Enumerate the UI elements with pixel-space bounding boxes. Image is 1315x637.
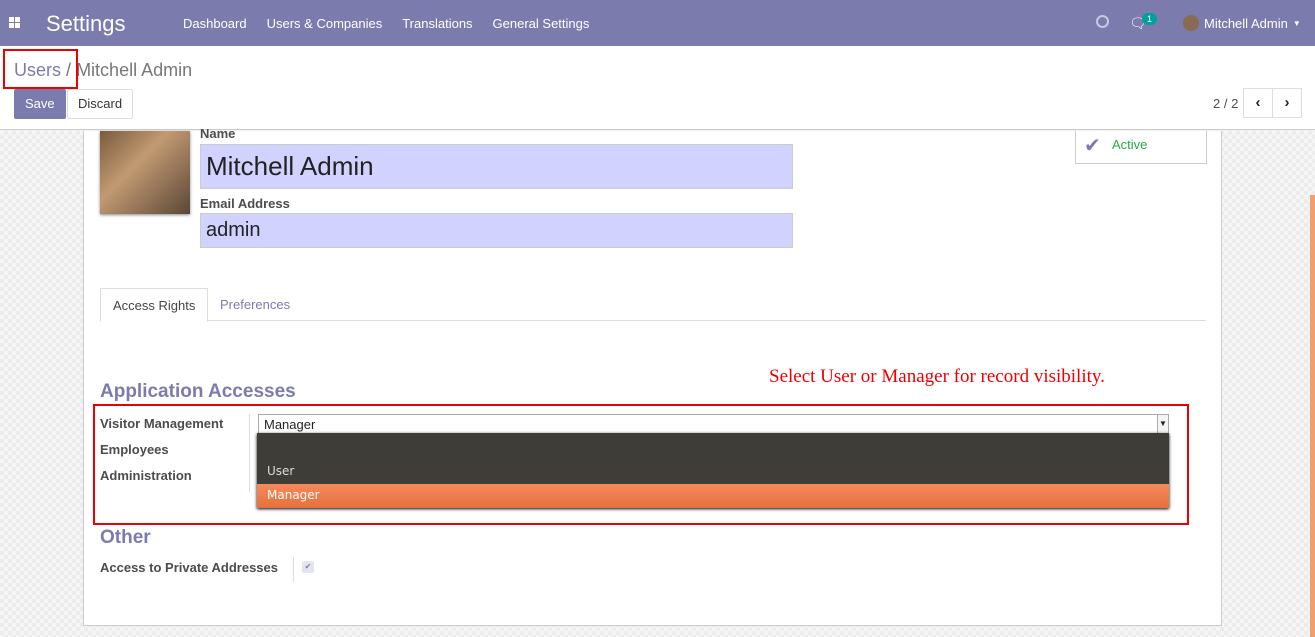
other-title: Other: [100, 527, 151, 548]
email-input[interactable]: admin: [200, 213, 793, 248]
form-sheet: Name Mitchell Admin Email Address admin …: [83, 126, 1222, 626]
private-addresses-checkbox[interactable]: ✔: [302, 561, 314, 573]
active-label: Active: [1112, 137, 1148, 152]
pager-previous-button[interactable]: ‹: [1243, 88, 1273, 118]
user-menu[interactable]: Mitchell Admin ▼: [1183, 15, 1301, 31]
discard-button[interactable]: Discard: [67, 89, 134, 119]
chat-count-badge: 1: [1142, 13, 1158, 25]
divider: [249, 414, 250, 492]
activity-clock-icon[interactable]: [1096, 15, 1109, 28]
control-panel: Users / Mitchell Admin Save Discard 2 / …: [0, 46, 1315, 130]
avatar: [1183, 15, 1199, 31]
divider: [293, 557, 294, 582]
name-label: Name: [200, 126, 236, 141]
administration-label: Administration: [100, 468, 192, 483]
private-addresses-label: Access to Private Addresses: [100, 560, 279, 575]
menu-general-settings[interactable]: General Settings: [493, 16, 590, 31]
option-empty[interactable]: [257, 435, 1169, 459]
scrollbar[interactable]: [1310, 195, 1315, 637]
app-title: Settings: [46, 11, 126, 36]
name-input[interactable]: Mitchell Admin: [200, 144, 793, 189]
dropdown-list: User Manager: [257, 433, 1169, 508]
visitor-management-select[interactable]: Manager ▼: [258, 414, 1169, 434]
employees-label: Employees: [100, 442, 169, 457]
annotation-text: Select User or Manager for record visibi…: [769, 366, 1105, 387]
tab-access-rights[interactable]: Access Rights: [100, 288, 209, 322]
option-manager[interactable]: Manager: [257, 484, 1169, 508]
email-label: Email Address: [200, 196, 290, 211]
pager-value: 2 / 2: [1213, 96, 1239, 111]
top-navbar: Settings Dashboard Users & Companies Tra…: [0, 0, 1315, 46]
tab-preferences[interactable]: Preferences: [208, 288, 302, 322]
tabs: Access Rights Preferences: [100, 288, 1206, 322]
menu-dashboard[interactable]: Dashboard: [183, 16, 247, 31]
dropdown-arrow-icon: ▼: [1157, 415, 1168, 433]
menu-users-companies[interactable]: Users & Companies: [267, 16, 383, 31]
visitor-management-label: Visitor Management: [100, 416, 224, 431]
active-button[interactable]: ✔ Active: [1075, 131, 1207, 164]
check-icon: ✔: [1084, 135, 1101, 157]
user-photo[interactable]: [100, 131, 190, 214]
application-accesses-title: Application Accesses: [100, 381, 296, 402]
selected-value: Manager: [264, 417, 316, 432]
apps-menu-icon[interactable]: [9, 17, 20, 28]
pager-next-button[interactable]: ›: [1272, 88, 1302, 118]
highlight-box: [3, 49, 78, 89]
save-button[interactable]: Save: [14, 89, 66, 119]
menu-translations[interactable]: Translations: [402, 16, 472, 31]
user-name: Mitchell Admin: [1204, 15, 1288, 31]
caret-down-icon: ▼: [1292, 18, 1301, 28]
breadcrumb-current: Mitchell Admin: [76, 60, 193, 80]
option-user[interactable]: User: [257, 460, 1169, 484]
